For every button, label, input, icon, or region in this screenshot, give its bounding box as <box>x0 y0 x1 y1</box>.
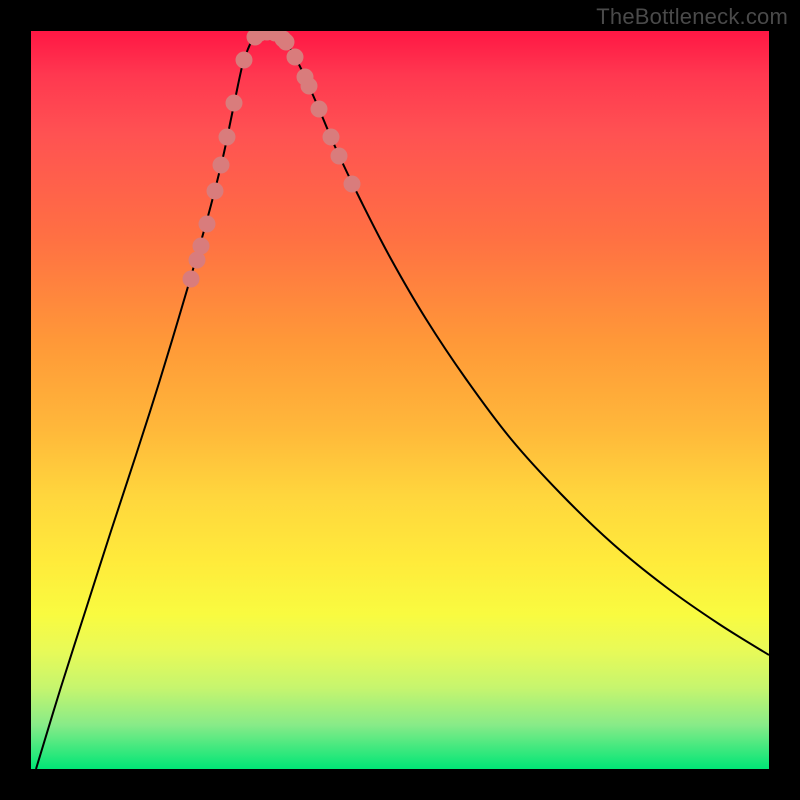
data-point-marker <box>236 52 253 69</box>
watermark-text: TheBottleneck.com <box>596 4 788 30</box>
data-point-marker <box>323 129 340 146</box>
data-point-marker <box>301 78 318 95</box>
data-point-marker <box>226 95 243 112</box>
data-point-marker <box>344 176 361 193</box>
bottleneck-curve-chart <box>31 31 769 769</box>
data-point-marker <box>183 271 200 288</box>
data-point-marker <box>193 238 210 255</box>
performance-curve <box>36 32 769 769</box>
data-point-marker <box>331 148 348 165</box>
data-point-marker <box>278 34 295 51</box>
data-point-marker <box>311 101 328 118</box>
chart-plot-area <box>31 31 769 769</box>
data-point-markers <box>183 31 361 288</box>
data-point-marker <box>287 49 304 66</box>
data-point-marker <box>213 157 230 174</box>
data-point-marker <box>219 129 236 146</box>
data-point-marker <box>207 183 224 200</box>
data-point-marker <box>199 216 216 233</box>
